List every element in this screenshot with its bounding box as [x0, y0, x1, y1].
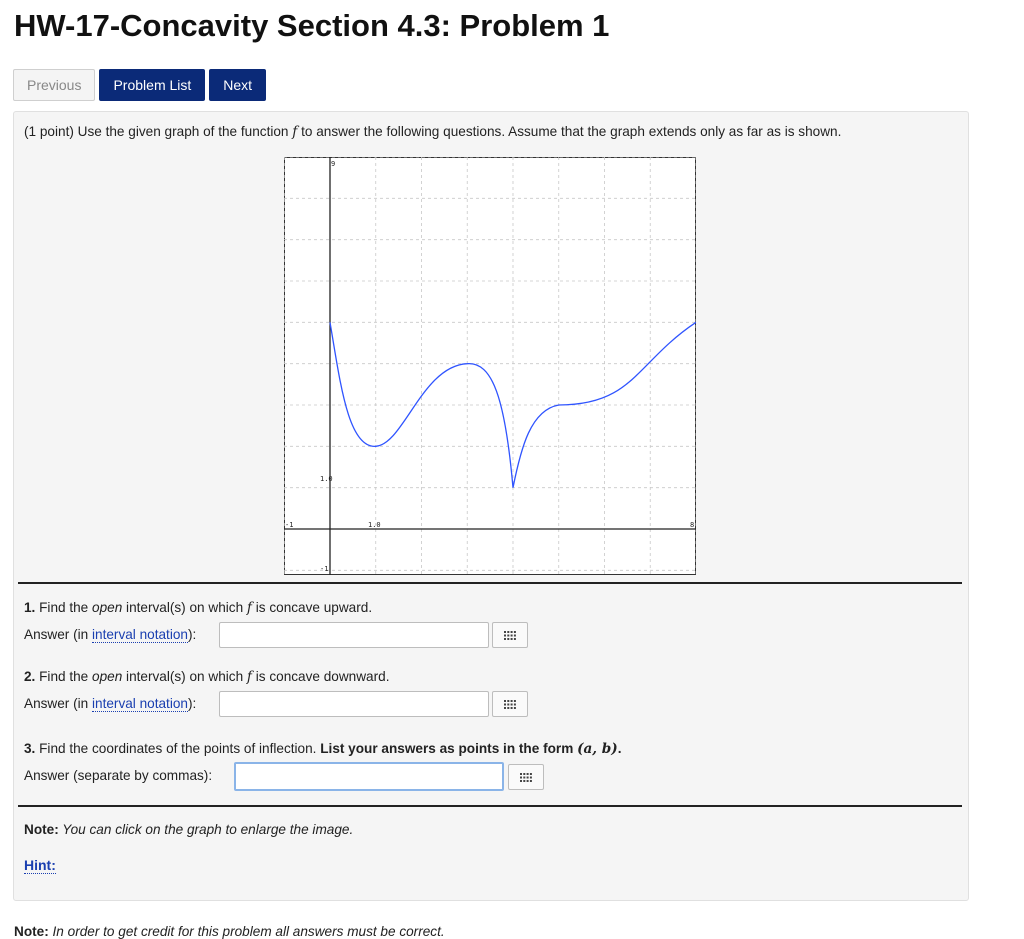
question-number: 1.: [24, 600, 36, 615]
problem-statement-suffix: to answer the following questions. Assum…: [297, 124, 842, 139]
question-text: interval(s) on which: [122, 600, 247, 615]
answer-1-label: Answer (in interval notation):: [24, 627, 197, 643]
graph-note: Note: You can click on the graph to enla…: [24, 822, 353, 837]
problem-statement: (1 point) Use the given graph of the fun…: [24, 124, 841, 140]
question-period: .: [617, 741, 622, 756]
page-title: HW-17-Concavity Section 4.3: Problem 1: [14, 8, 610, 43]
section-divider: [18, 805, 962, 807]
equation-palette-button[interactable]: [492, 691, 528, 717]
question-text: Find the: [35, 600, 93, 615]
interval-notation-link[interactable]: interval notation: [92, 696, 188, 712]
footer-note: Note: In order to get credit for this pr…: [14, 924, 445, 939]
note-text: You can click on the graph to enlarge th…: [58, 822, 354, 837]
question-1: 1. Find the open interval(s) on which f …: [24, 600, 372, 616]
section-divider: [18, 582, 962, 584]
problem-list-button[interactable]: Problem List: [99, 69, 206, 101]
problem-statement-prefix: (1 point) Use the given graph of the fun…: [24, 124, 293, 139]
point-form: (a, b): [577, 741, 618, 757]
question-text: is concave downward.: [251, 669, 390, 684]
question-text: is concave upward.: [251, 600, 373, 615]
grid-palette-icon: [504, 630, 516, 640]
answer-label-text: ):: [187, 627, 197, 642]
interval-notation-link[interactable]: interval notation: [92, 627, 188, 643]
x-min-label: -1: [285, 521, 293, 529]
question-text: Find the: [35, 669, 93, 684]
next-button[interactable]: Next: [209, 69, 267, 101]
equation-palette-button[interactable]: [492, 622, 528, 648]
hint-link[interactable]: Hint:: [24, 857, 56, 874]
note-label: Note:: [24, 822, 59, 837]
y-max-label: 9: [331, 160, 335, 168]
equation-palette-button[interactable]: [508, 764, 544, 790]
y-tick-label: 1.0: [320, 475, 333, 483]
answer-label-text: Answer (in: [24, 696, 92, 711]
grid-palette-icon: [520, 772, 532, 782]
answer-2-input[interactable]: [219, 691, 489, 717]
question-instruction: List your answers as points in the form: [320, 741, 578, 756]
answer-label-text: Answer (in: [24, 627, 92, 642]
answer-1-input[interactable]: [219, 622, 489, 648]
y-min-label: -1: [320, 565, 328, 573]
problem-navigation: Previous Problem List Next: [13, 69, 267, 101]
footer-note-text: In order to get credit for this problem …: [48, 924, 445, 939]
graph-frame: [284, 157, 696, 575]
question-emphasis: open: [92, 669, 123, 684]
function-graph[interactable]: 9 1.0 -1 -1 1.0 8: [284, 157, 696, 575]
answer-2-label: Answer (in interval notation):: [24, 696, 197, 712]
grid-palette-icon: [504, 699, 516, 709]
problem-container: (1 point) Use the given graph of the fun…: [13, 111, 969, 901]
x-tick-label: 1.0: [368, 521, 381, 529]
answer-3-input[interactable]: [234, 762, 504, 791]
x-max-label: 8: [690, 521, 694, 529]
question-text: interval(s) on which: [122, 669, 247, 684]
question-2: 2. Find the open interval(s) on which f …: [24, 669, 390, 685]
previous-button[interactable]: Previous: [13, 69, 96, 101]
question-number: 2.: [24, 669, 36, 684]
question-emphasis: open: [92, 600, 123, 615]
question-number: 3.: [24, 741, 36, 756]
question-text: Find the coordinates of the points of in…: [35, 741, 321, 756]
answer-label-text: ):: [187, 696, 197, 711]
question-3: 3. Find the coordinates of the points of…: [24, 741, 622, 757]
footer-note-label: Note:: [14, 924, 49, 939]
answer-3-label: Answer (separate by commas):: [24, 768, 213, 783]
